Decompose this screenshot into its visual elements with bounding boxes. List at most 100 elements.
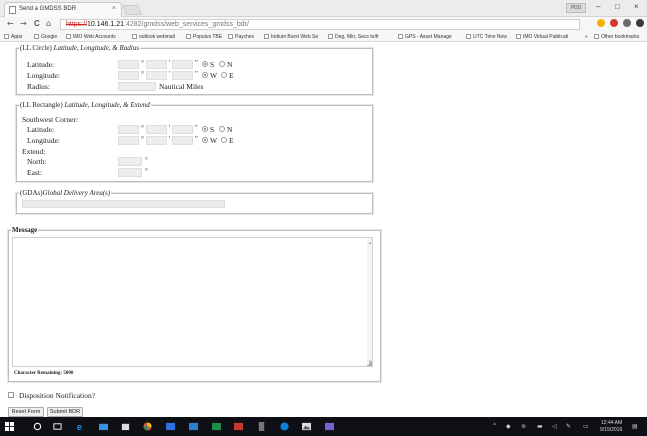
reload-icon[interactable]: C [34,19,40,28]
extension-red-icon[interactable] [610,19,618,27]
circle-lat-sec-input[interactable] [172,60,193,69]
disposition-checkbox[interactable] [8,392,14,398]
circle-lat-min-input[interactable] [146,60,167,69]
minimize-icon[interactable]: – [596,2,600,11]
chrome-icon[interactable] [143,422,152,431]
bookmark-paychex[interactable]: Paychex [228,34,254,40]
outlook-icon[interactable] [166,422,175,431]
circle-latitude-label: Latitude: [27,60,55,69]
search-icon[interactable] [33,422,42,431]
degree-symbol: ° [145,167,148,175]
rect-lon-e-radio[interactable] [221,137,227,143]
profile-badge[interactable]: PDD [566,3,586,13]
store-icon[interactable] [121,422,130,431]
extension-gray-icon[interactable] [623,19,631,27]
other-bookmarks[interactable]: Other bookmarks [594,34,639,40]
circle-lat-n-radio[interactable] [219,61,225,67]
second-symbol: " [195,70,198,78]
skype-icon[interactable] [280,422,289,431]
new-tab-button[interactable] [122,5,142,15]
bookmark-imo-web-accounts[interactable]: IMO Web Accounts [66,34,116,40]
bookmark-apps[interactable]: Apps [4,34,22,40]
minute-symbol: ' [169,59,171,67]
rect-lat-n-radio[interactable] [219,126,225,132]
network-icon[interactable]: ≋ [521,423,526,430]
keyboard-icon[interactable]: ▭ [583,423,589,430]
rect-lat-s-radio[interactable] [202,126,208,132]
maximize-icon[interactable]: □ [615,2,620,11]
rect-lat-deg-input[interactable] [118,125,139,134]
bookmark-populus-tbe[interactable]: Populus TBE [186,34,222,40]
action-center-icon[interactable]: ▤ [632,423,638,430]
extend-east-input[interactable] [118,168,142,177]
rect-lat-n-label: N [227,125,233,134]
powerpoint-icon[interactable] [234,422,243,431]
circle-radius-input[interactable] [118,82,156,91]
tab-close-icon[interactable]: × [112,5,116,12]
battery-icon[interactable]: ▬ [537,423,543,430]
app-blue-icon[interactable] [189,422,198,431]
degree-symbol: ° [145,156,148,164]
svg-text:e: e [77,422,82,431]
rect-lon-w-radio[interactable] [202,137,208,143]
close-window-icon[interactable]: × [634,2,639,11]
circle-lon-deg-input[interactable] [118,71,139,80]
bookmark-iridium-burst[interactable]: Iridium Burst Web Se [264,34,318,40]
bookmark-star-icon[interactable] [597,19,605,27]
rect-lon-sec-input[interactable] [172,136,193,145]
paychex-icon [228,34,233,39]
bookmark-deg-min-secs[interactable]: Deg, Min, Secs to/fr [328,34,379,40]
circle-lon-sec-input[interactable] [172,71,193,80]
task-view-icon[interactable] [53,422,62,431]
rect-lon-min-input[interactable] [146,136,167,145]
photos-icon[interactable] [302,422,311,431]
home-icon[interactable]: ⌂ [46,19,51,28]
message-legend: Message [11,226,39,234]
windows-taskbar: e ^ ◆ ≋ ▬ ◁ ✎ ▭ 12:44 AM 9/15/2016 ▤ [0,417,647,436]
extend-north-input[interactable] [118,157,142,166]
bookmark-imo-virtual-publications[interactable]: IMO Virtual Publicati [516,34,568,40]
bookmark-gps-asset-manager[interactable]: GPS - Asset Manage [398,34,452,40]
calculator-icon[interactable] [257,422,266,431]
message-textarea[interactable]: ▲ ▼ [12,237,373,367]
excel-icon[interactable] [212,422,221,431]
tray-app-icon[interactable]: ◆ [506,423,511,430]
submit-bdr-button[interactable]: Submit BDR [47,407,83,417]
bookmark-google[interactable]: Google [34,34,57,40]
file-explorer-icon[interactable] [99,422,108,431]
pen-icon[interactable]: ✎ [566,423,571,430]
rect-lat-min-input[interactable] [146,125,167,134]
circle-lon-w-radio[interactable] [202,72,208,78]
forward-arrow-icon[interactable]: → [20,19,27,28]
url-field[interactable]: https://10.146.1.21:4282/gmdss/web_servi… [60,19,580,30]
circle-lat-deg-input[interactable] [118,60,139,69]
page-icon [264,34,269,39]
minute-symbol: ' [169,124,171,132]
edge-browser-icon[interactable]: e [76,422,85,431]
clock-time[interactable]: 12:44 AM [601,420,622,426]
bookmark-utc-time-now[interactable]: UTC Time Now [466,34,507,40]
rect-lat-sec-input[interactable] [172,125,193,134]
circle-lon-e-radio[interactable] [221,72,227,78]
degree-symbol: ° [141,59,144,67]
message-scrollbar[interactable]: ▲ ▼ [367,238,372,366]
tray-overflow-icon[interactable]: ^ [492,423,497,430]
reset-form-button[interactable]: Reset Form [8,407,44,417]
rect-longitude-label: Longitude: [27,136,60,145]
browser-tab[interactable]: Send a GMDSS BDR × [4,2,122,17]
circle-lat-s-radio[interactable] [202,61,208,67]
bookmark-outlook-webmail[interactable]: outlook webmail [132,34,175,40]
scroll-up-icon[interactable]: ▲ [368,240,372,245]
circle-lon-min-input[interactable] [146,71,167,80]
rect-lon-deg-input[interactable] [118,136,139,145]
bookmark-overflow-icon[interactable]: » [585,34,588,40]
windows-start-icon[interactable] [5,422,14,431]
back-arrow-icon[interactable]: ← [7,19,14,28]
gdas-select[interactable] [22,200,225,208]
resize-handle-icon[interactable] [367,361,372,366]
onenote-icon[interactable] [325,422,334,431]
chrome-menu-icon[interactable] [636,19,644,27]
page-icon [516,34,521,39]
clock-date[interactable]: 9/15/2016 [600,427,622,433]
volume-icon[interactable]: ◁ [552,423,557,430]
